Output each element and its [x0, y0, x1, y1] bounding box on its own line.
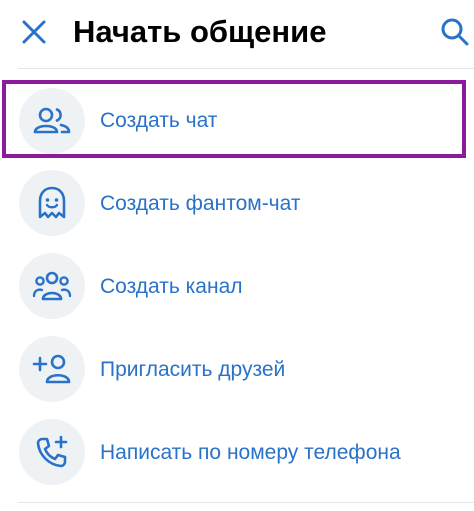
page-title: Начать общение — [73, 14, 327, 49]
divider — [18, 502, 474, 503]
menu-item-label: Написать по номеру телефона — [100, 441, 401, 464]
menu-item-label: Создать чат — [100, 109, 218, 132]
menu-item-label: Создать фантом-чат — [100, 192, 301, 215]
icon-background — [19, 253, 85, 319]
app-screen: Начать общение Создать чат Создать фанто… — [0, 0, 474, 511]
close-button[interactable] — [14, 12, 54, 52]
close-icon — [22, 20, 46, 44]
menu-item-label: Создать канал — [100, 275, 243, 298]
divider — [18, 68, 474, 69]
ghost-icon — [38, 186, 66, 219]
channel-users-icon — [32, 271, 72, 301]
group-chat-icon — [33, 107, 71, 134]
icon-background — [19, 419, 85, 485]
search-icon — [441, 18, 469, 46]
icon-background — [19, 88, 85, 154]
menu-item-write-by-phone[interactable]: Написать по номеру телефона — [0, 414, 474, 496]
menu-item-create-phantom-chat[interactable]: Создать фантом-чат — [0, 165, 474, 247]
header: Начать общение — [0, 0, 474, 66]
icon-background — [19, 170, 85, 236]
add-user-icon — [32, 354, 71, 384]
search-button[interactable] — [440, 12, 474, 52]
menu-item-invite-friends[interactable]: Пригласить друзей — [0, 331, 474, 413]
menu-item-create-channel[interactable]: Создать канал — [0, 248, 474, 330]
phone-add-icon — [36, 435, 68, 468]
menu-item-label: Пригласить друзей — [100, 358, 286, 381]
icon-background — [19, 336, 85, 402]
menu-item-create-chat[interactable]: Создать чат — [0, 82, 474, 164]
